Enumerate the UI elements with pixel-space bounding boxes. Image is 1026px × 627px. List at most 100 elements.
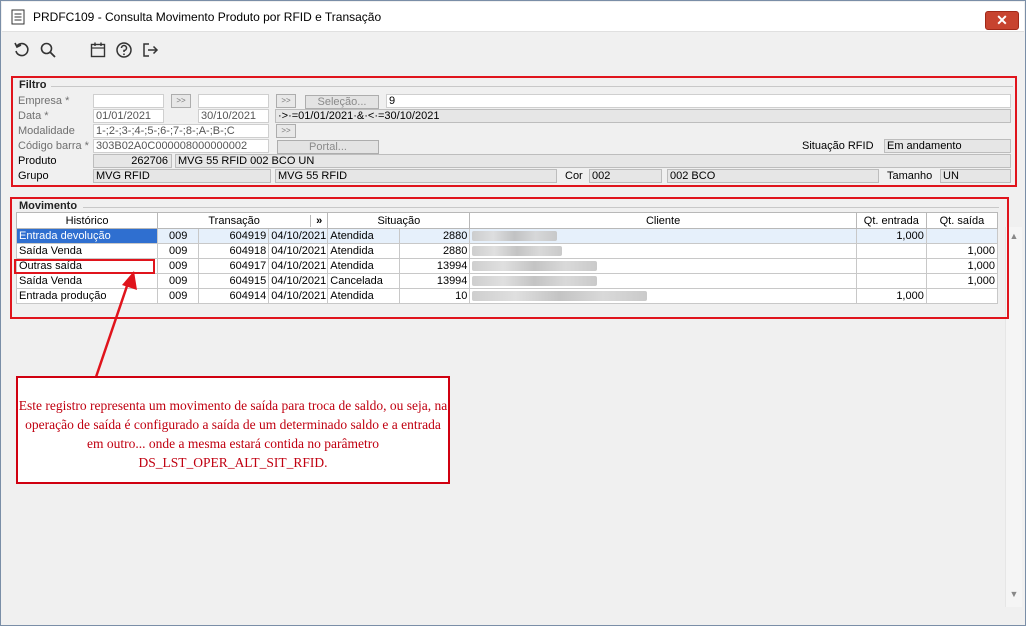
cell-qt-saida [925,288,999,304]
col-cliente[interactable]: Cliente [469,212,857,229]
col-qt-saida[interactable]: Qt. saída [925,212,999,229]
search-icon[interactable] [39,41,57,59]
cell-transacao: 604915 [198,273,270,289]
window-title: PRDFC109 - Consulta Movimento Produto po… [33,10,382,24]
cell-empresa: 009 [157,243,200,259]
cell-cliente-code: 13994 [399,273,471,289]
scroll-down-icon[interactable]: ▼ [1009,589,1019,599]
filtro-group-label: Filtro [19,79,47,91]
close-button[interactable]: ✕ [985,11,1019,30]
cell-historico: Saída Venda [15,273,159,289]
cell-transacao: 604917 [198,258,270,274]
col-transacao[interactable]: Transação » [157,212,329,229]
cell-data: 04/10/2021 [268,228,329,244]
situacao-rfid-field: Em andamento [884,139,1011,153]
cell-cliente-name [469,243,857,259]
cell-historico: Entrada produção [15,288,159,304]
filter-expression-field: ·>·=01/01/2021·&·<·=30/10/2021 [275,109,1011,123]
refresh-icon[interactable] [13,41,31,59]
col-situacao[interactable]: Situação [327,212,471,229]
selecao-button[interactable]: Seleção... [305,95,379,109]
cell-empresa: 009 [157,273,200,289]
cell-qt-saida: 1,000 [925,243,999,259]
title-bar: PRDFC109 - Consulta Movimento Produto po… [2,2,1024,32]
table-row[interactable]: Entrada produção 009 604914 04/10/2021 Atend… [15,288,999,304]
table-row[interactable]: Saída Venda 009 604918 04/10/2021 Atendida 28… [15,243,999,259]
calendar-icon[interactable] [89,41,107,59]
modalidade-field[interactable]: 1-;2-;3-;4-;5-;6-;7-;8-;A-;B-;C [93,124,269,138]
cell-transacao: 604914 [198,288,270,304]
cell-situacao: Atendida [327,258,401,274]
row-highlight [14,259,155,274]
cell-cliente-name [469,258,857,274]
portal-button[interactable]: Portal... [277,140,379,154]
codigo-barra-field[interactable]: 303B02A0C000008000000002 [93,139,269,153]
tamanho-field: UN [940,169,1011,183]
empresa-lookup-button[interactable]: >> [171,94,191,108]
exit-icon[interactable] [141,41,159,59]
data-end-field[interactable]: 30/10/2021 [198,109,269,123]
cor-code-field: 002 [589,169,662,183]
cell-cliente-name [469,228,857,244]
movimento-group-label: Movimento [19,200,78,212]
grupo-field-1: MVG RFID [93,169,271,183]
modalidade-label: Modalidade [18,125,75,137]
cell-situacao: Cancelada [327,273,401,289]
cell-historico: Saída Venda [15,243,159,259]
redacted-client-name [472,276,598,287]
cell-cliente-name [469,288,857,304]
annotation-callout: Este registro representa um movimento de… [16,376,450,484]
cell-empresa: 009 [157,258,200,274]
empresa-field[interactable] [93,94,164,108]
data-start-field[interactable]: 01/01/2021 [93,109,164,123]
cell-data: 04/10/2021 [268,273,329,289]
redacted-client-name [472,246,563,257]
selecao-value-field[interactable]: 9 [386,94,1011,108]
cell-historico: Entrada devolução [15,228,159,244]
redacted-client-name [472,291,648,302]
cell-cliente-code: 2880 [399,228,471,244]
cell-cliente-name [469,273,857,289]
cell-qt-saida: 1,000 [925,273,999,289]
expand-columns-icon[interactable]: » [310,214,327,227]
cell-cliente-code: 10 [399,288,471,304]
cell-qt-entrada [855,258,927,274]
table-row[interactable]: Entrada devolução 009 604919 04/10/2021 Aten… [15,228,999,244]
table-row[interactable]: Outras saída 009 604917 04/10/2021 Atendida 1… [15,258,999,274]
redacted-client-name [472,231,558,242]
toolbar [2,33,1024,69]
produto-code-field: 262706 [93,154,172,168]
cell-situacao: Atendida [327,243,401,259]
cell-transacao: 604919 [198,228,270,244]
cell-qt-entrada [855,243,927,259]
cell-qt-entrada [855,273,927,289]
grupo-label: Grupo [18,170,49,182]
situacao-rfid-label: Situação RFID [802,140,874,152]
filtro-divider [51,86,1013,87]
cell-transacao: 604918 [198,243,270,259]
cell-qt-entrada: 1,000 [855,228,927,244]
produto-desc-field: MVG 55 RFID 002 BCO UN [175,154,1011,168]
selecao-lookup-button[interactable]: >> [276,94,296,108]
grupo-field-2: MVG 55 RFID [275,169,557,183]
data-label: Data * [18,110,49,122]
grid-header-row: Histórico Transação » Situação Cliente Q… [15,212,999,229]
table-row[interactable]: Saída Venda 009 604915 04/10/2021 Cancelada 1… [15,273,999,289]
redacted-client-name [472,261,598,272]
col-qt-entrada[interactable]: Qt. entrada [855,212,927,229]
movimento-divider [83,207,999,208]
cell-data: 04/10/2021 [268,258,329,274]
codigo-barra-label: Código barra * [18,140,89,152]
col-historico[interactable]: Histórico [15,212,159,229]
cor-desc-field: 002 BCO [667,169,879,183]
cell-situacao: Atendida [327,288,401,304]
empresa-field-2[interactable] [198,94,269,108]
help-icon[interactable] [115,41,133,59]
cell-cliente-code: 2880 [399,243,471,259]
cell-cliente-code: 13994 [399,258,471,274]
cor-label: Cor [565,170,583,182]
empresa-label: Empresa * [18,95,70,107]
cell-situacao: Atendida [327,228,401,244]
modalidade-lookup-button[interactable]: >> [276,124,296,138]
scroll-up-icon[interactable]: ▲ [1009,231,1019,241]
